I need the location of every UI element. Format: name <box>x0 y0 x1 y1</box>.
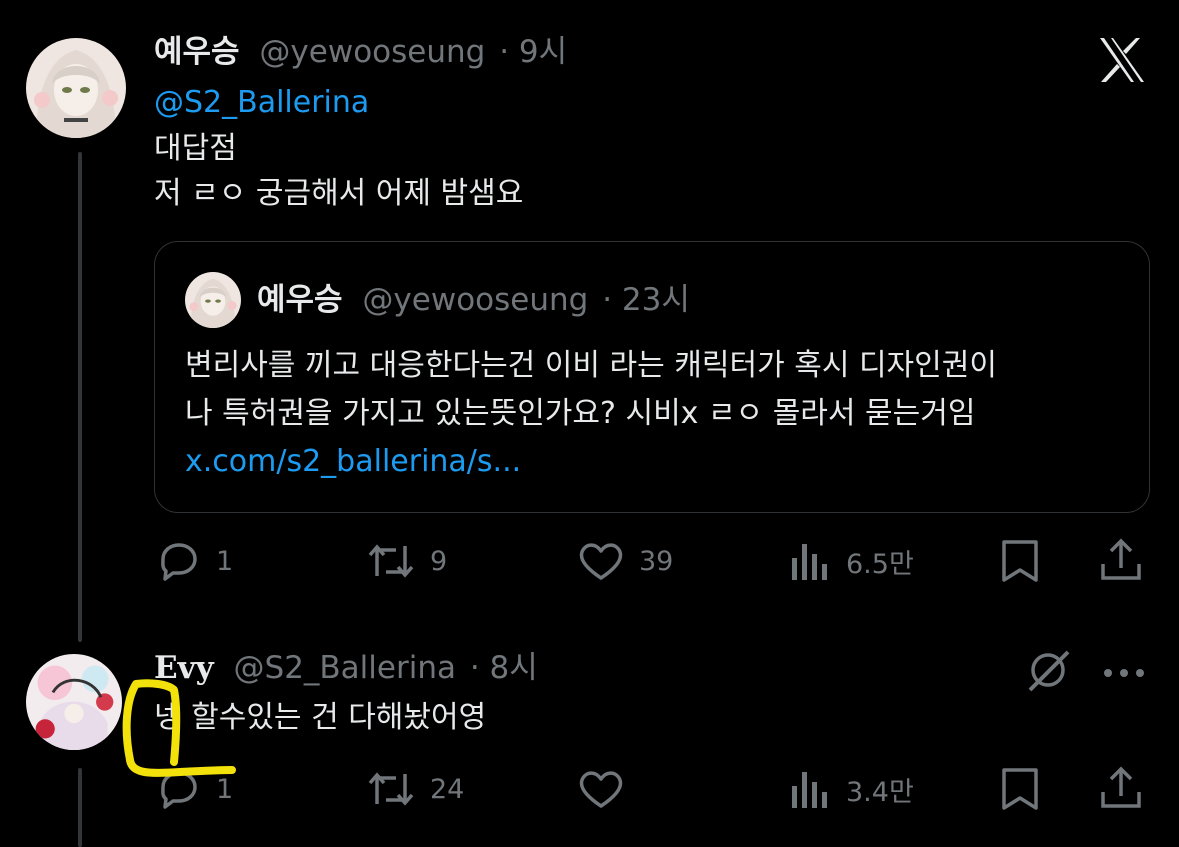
handle[interactable]: @yewooseung <box>259 34 485 70</box>
repost-icon <box>368 544 414 578</box>
highlight-annotation <box>122 679 236 777</box>
like-button[interactable] <box>577 766 625 812</box>
avatar <box>185 272 241 328</box>
display-name: 예우승 <box>257 282 343 318</box>
timestamp: · 23시 <box>602 282 690 318</box>
display-name[interactable]: 예우승 <box>154 34 240 70</box>
more-options-button[interactable] <box>1102 664 1146 683</box>
repost-icon <box>368 772 414 806</box>
views-button[interactable]: 3.4만 <box>788 766 914 812</box>
avatar[interactable] <box>26 38 126 138</box>
tweet-text-line: 저 ㄹㅇ 궁금해서 어제 밤샘요 <box>154 176 524 211</box>
share-button[interactable] <box>1098 764 1144 816</box>
heart-icon <box>579 771 623 808</box>
views-count: 6.5만 <box>846 548 914 580</box>
avatar[interactable] <box>26 654 122 750</box>
reply-button[interactable]: 1 <box>156 538 233 584</box>
thread-line <box>78 768 82 847</box>
repost-count: 9 <box>430 545 448 577</box>
timestamp[interactable]: · 8시 <box>470 650 538 686</box>
repost-button[interactable]: 9 <box>366 538 447 584</box>
handle[interactable]: @S2_Ballerina <box>234 650 456 686</box>
bookmark-button[interactable] <box>998 766 1042 816</box>
reply-icon <box>161 543 197 581</box>
quote-header: 예우승 @yewooseung · 23시 <box>257 280 690 320</box>
share-button[interactable] <box>1098 536 1144 588</box>
share-icon <box>1101 766 1141 808</box>
like-count: 39 <box>639 545 674 577</box>
tweet-text-line: 대답점 <box>154 131 237 166</box>
like-button[interactable]: 39 <box>577 538 673 584</box>
timestamp[interactable]: · 9시 <box>499 34 567 70</box>
mention-link[interactable]: @S2_Ballerina <box>154 81 369 125</box>
x-logo-icon[interactable] <box>1096 34 1148 86</box>
share-icon <box>1101 538 1141 580</box>
quote-tweet-card[interactable]: 예우승 @yewooseung · 23시 변리사를 끼고 대응한다는건 이비 … <box>154 241 1150 513</box>
bookmark-button[interactable] <box>998 538 1042 588</box>
quote-link[interactable]: x.com/s2_ballerina/s... <box>185 440 521 484</box>
bookmark-icon <box>1002 540 1038 582</box>
grok-icon[interactable] <box>1024 646 1072 698</box>
thread-line <box>78 152 82 642</box>
quote-text-line: 나 특허권을 가지고 있는뜻인가요? 시비x ㄹㅇ 몰라서 묻는거임 <box>185 396 976 431</box>
bookmark-icon <box>1002 768 1038 810</box>
more-icon <box>1104 669 1144 677</box>
tweet-header: 예우승 @yewooseung · 9시 <box>154 32 567 72</box>
reply-count: 1 <box>216 545 234 577</box>
grok-logo-icon <box>1028 650 1070 692</box>
views-icon <box>792 544 827 580</box>
handle: @yewooseung <box>362 282 589 318</box>
heart-icon <box>579 543 623 580</box>
views-button[interactable]: 6.5만 <box>788 538 914 584</box>
quote-text-line: 변리사를 끼고 대응한다는건 이비 라는 캐릭터가 혹시 디자인권이 <box>185 348 997 383</box>
repost-count: 24 <box>430 773 465 805</box>
views-icon <box>792 772 827 808</box>
repost-button[interactable]: 24 <box>366 766 464 812</box>
views-count: 3.4만 <box>846 776 914 808</box>
